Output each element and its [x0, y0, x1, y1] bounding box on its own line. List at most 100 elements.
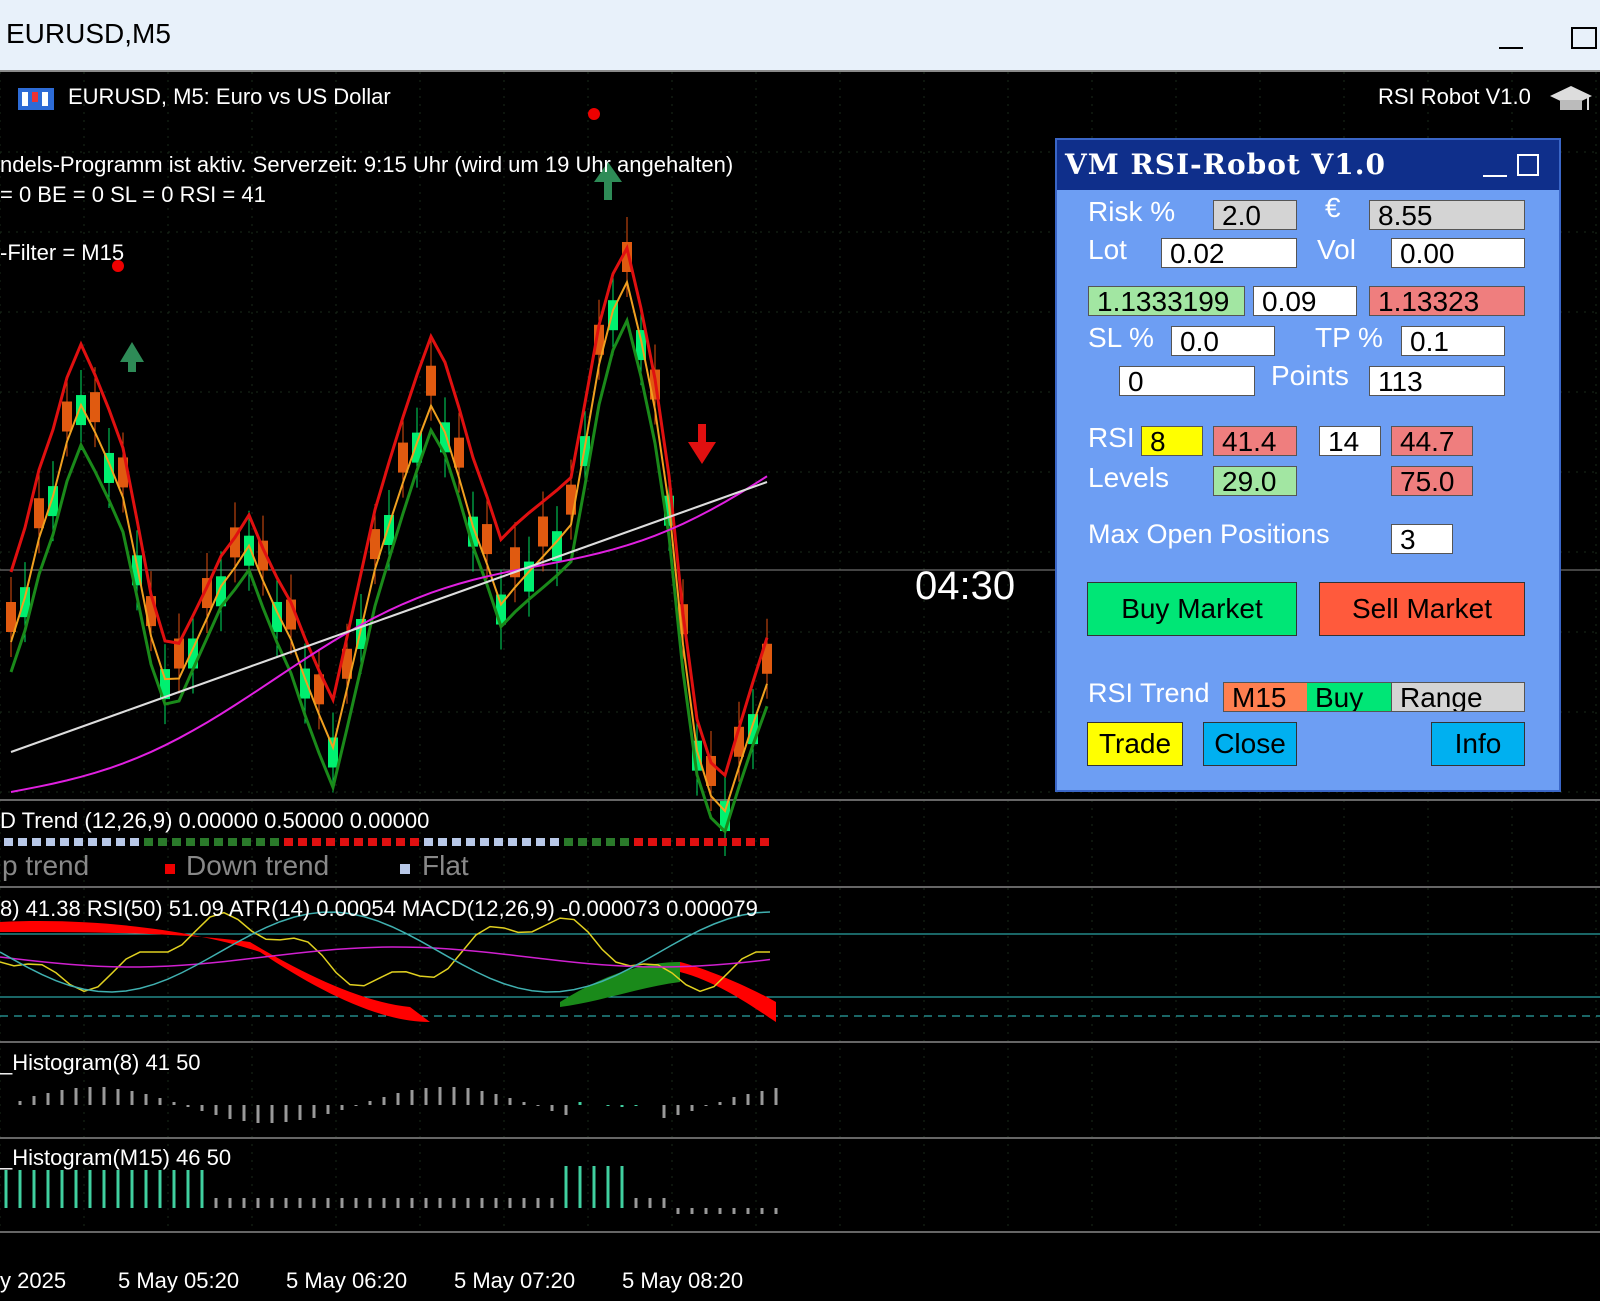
spread-value: 0.09	[1253, 286, 1357, 316]
tp-percent-input[interactable]: 0.1	[1401, 326, 1505, 356]
trend-dot	[522, 838, 531, 846]
trend-dot	[438, 838, 447, 846]
window-titlebar: EURUSD,M5	[0, 0, 1600, 72]
buy-arrow-icon	[120, 342, 144, 372]
close-button[interactable]: Close	[1203, 722, 1297, 766]
time-axis-label: 5 May 05:20	[118, 1268, 240, 1293]
ask-price: 1.13323	[1369, 286, 1525, 316]
level-low-input[interactable]: 29.0	[1213, 466, 1297, 496]
trend-dot	[130, 838, 139, 846]
trend-dot	[172, 838, 181, 846]
trend-dot	[508, 838, 517, 846]
histogram-m15-label: _Histogram(M15) 46 50	[0, 1145, 232, 1170]
levels-label: Levels	[1088, 462, 1169, 493]
time-axis-label: 5 May 08:20	[622, 1268, 744, 1293]
macd-trend-label: D Trend (12,26,9) 0.00000 0.50000 0.0000…	[0, 808, 430, 833]
candle-body	[482, 524, 492, 555]
rsi-period-2-input[interactable]: 14	[1319, 426, 1381, 456]
chart-header: EURUSD, M5: Euro vs US Dollar	[68, 84, 391, 109]
bar-countdown: 04:30	[915, 564, 1016, 608]
macd-cloud	[0, 921, 430, 1022]
trend-dot	[676, 838, 685, 846]
macd-cloud	[680, 962, 776, 1022]
trend-dot	[200, 838, 209, 846]
sl-percent-label: SL %	[1088, 322, 1154, 353]
sl-points-input[interactable]: 0	[1119, 366, 1255, 396]
trend-dot	[732, 838, 741, 846]
trend-dot	[592, 838, 601, 846]
trend-dot	[298, 838, 307, 846]
level-high-input[interactable]: 75.0	[1391, 466, 1473, 496]
sl-percent-input[interactable]: 0.0	[1171, 326, 1275, 356]
risk-input[interactable]: 2.0	[1213, 200, 1297, 230]
risk-label: Risk %	[1088, 196, 1176, 227]
rsi-value-1: 41.4	[1213, 426, 1297, 456]
trend-dot	[326, 838, 335, 846]
vol-label: Vol	[1317, 234, 1356, 265]
tp-percent-label: TP %	[1315, 322, 1383, 353]
trend-dot	[634, 838, 643, 846]
candle-body	[34, 498, 44, 529]
trend-dot	[466, 838, 475, 846]
bid-price: 1.1333199	[1088, 286, 1245, 316]
trend-dot	[18, 838, 27, 846]
lot-input[interactable]: 0.02	[1161, 238, 1297, 268]
window-title: EURUSD,M5	[6, 18, 171, 49]
trend-dot	[620, 838, 629, 846]
trend-dot	[158, 838, 167, 846]
ea-status-line: ndels-Programm ist aktiv. Serverzeit: 9:…	[0, 152, 734, 177]
candle-body	[300, 668, 310, 699]
rsi-period-1-input[interactable]: 8	[1141, 426, 1203, 456]
trend-dot	[214, 838, 223, 846]
trend-dot	[256, 838, 265, 846]
minimize-button[interactable]	[1495, 18, 1535, 58]
sell-arrow-icon	[688, 424, 716, 464]
euro-label: €	[1325, 192, 1341, 223]
legend-up-trend: p trend	[2, 850, 90, 881]
histogram-8-label: _Histogram(8) 41 50	[0, 1050, 201, 1075]
trend-dot	[410, 838, 419, 846]
points-label: Points	[1271, 360, 1349, 391]
trend-dot	[550, 838, 559, 846]
trend-dot	[746, 838, 755, 846]
trend-dot	[4, 838, 13, 846]
max-open-label: Max Open Positions	[1088, 519, 1330, 549]
max-open-input[interactable]: 3	[1391, 524, 1453, 554]
trend-dot	[270, 838, 279, 846]
trend-dot	[74, 838, 83, 846]
trend-dot	[88, 838, 97, 846]
trend-dot	[382, 838, 391, 846]
buy-market-button[interactable]: Buy Market	[1087, 582, 1297, 636]
lot-label: Lot	[1088, 234, 1127, 265]
trend-dot	[564, 838, 573, 846]
candle-body	[748, 714, 758, 745]
legend-down-marker	[165, 864, 175, 874]
chart-area[interactable]: EURUSD, M5: Euro vs US Dollar RSI Robot …	[0, 72, 1600, 1301]
trend-dot	[284, 838, 293, 846]
trend-dot	[648, 838, 657, 846]
trend-dot	[186, 838, 195, 846]
trend-dot	[354, 838, 363, 846]
trend-dot	[102, 838, 111, 846]
time-axis-label: y 2025	[0, 1268, 67, 1293]
candle-body	[48, 486, 58, 517]
candle-body	[62, 401, 72, 432]
trend-dot	[606, 838, 615, 846]
trend-dot	[662, 838, 671, 846]
candle-body	[370, 529, 380, 560]
vol-value: 0.00	[1391, 238, 1525, 268]
maximize-button[interactable]	[1570, 18, 1600, 58]
info-button[interactable]: Info	[1431, 722, 1525, 766]
trend-dot	[690, 838, 699, 846]
trend-state: Range	[1391, 682, 1525, 712]
tp-points-input[interactable]: 113	[1369, 366, 1505, 396]
trend-dot	[452, 838, 461, 846]
candle-body	[90, 392, 100, 423]
rsi-value-2: 44.7	[1391, 426, 1473, 456]
trend-dot	[242, 838, 251, 846]
trend-dot	[228, 838, 237, 846]
sell-market-button[interactable]: Sell Market	[1319, 582, 1525, 636]
time-axis-label: 5 May 07:20	[454, 1268, 576, 1293]
trade-button[interactable]: Trade	[1087, 722, 1183, 766]
legend-down-trend: Down trend	[186, 850, 330, 881]
